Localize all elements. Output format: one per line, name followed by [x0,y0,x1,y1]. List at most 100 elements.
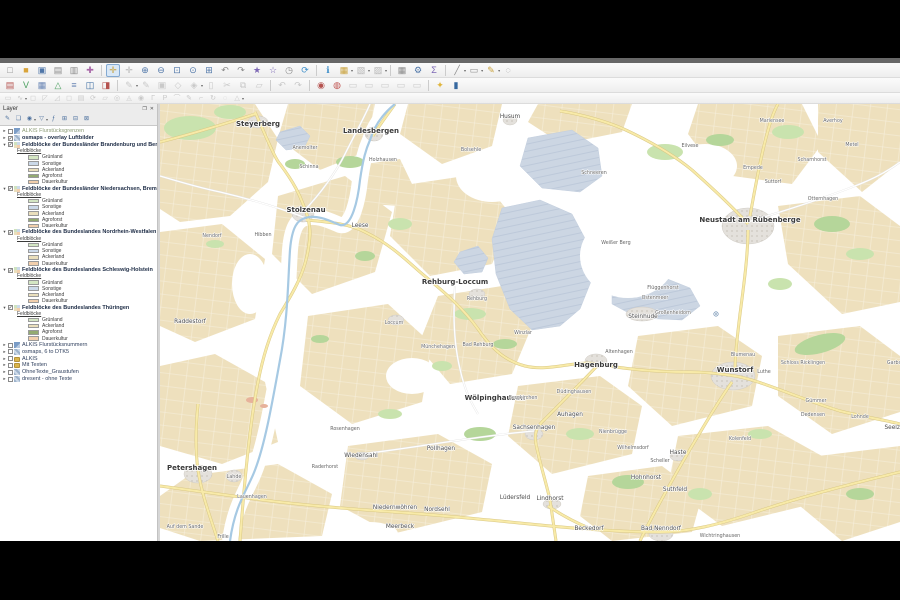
data-source-manager-button[interactable]: ▤ [3,79,17,92]
layout-manager-button[interactable]: ▥ [67,64,81,77]
layer-tree-item[interactable]: ▸dresent - ohne Texte [0,376,157,383]
rotate-point-symbols-button[interactable]: ↻ [208,94,218,103]
current-edits-button[interactable]: ✎ [122,79,136,92]
remove-layer-button[interactable]: ⊠ [82,115,91,124]
add-ring-button[interactable]: ◎ [112,94,122,103]
pan-map-button[interactable]: ✛ [106,64,120,77]
expand-icon[interactable]: ▸ [2,349,7,355]
add-raster-layer-button[interactable]: ▦ [35,79,49,92]
dropdown-arrow-icon[interactable]: ▾ [242,96,244,101]
layer-checkbox[interactable] [8,129,13,134]
expand-icon[interactable]: ▸ [2,356,7,362]
expand-icon[interactable]: ▸ [2,342,7,348]
expand-icon[interactable]: ▸ [2,135,7,141]
vertex-tool-button[interactable]: ◈ [187,79,201,92]
highlight-pinned-labels-button[interactable]: ▭ [362,79,376,92]
layer-tree-item[interactable]: ▾✓ Feldblöcke des Bundeslandes Schleswig-… [0,267,157,274]
split-parts-button[interactable]: ◿ [52,94,62,103]
zoom-in-button[interactable]: ⊕ [138,64,152,77]
copy-features-button[interactable]: ⧉ [236,79,250,92]
zoom-to-selection-button[interactable]: ⊙ [186,64,200,77]
dropdown-arrow-icon[interactable]: ▾ [136,83,138,88]
trim-extend-button[interactable]: ⌐ [196,94,206,103]
paste-features-button[interactable]: ▱ [252,79,266,92]
measure-button[interactable]: ╱ [450,64,464,77]
new-print-layout-button[interactable]: ▤ [51,64,65,77]
temporal-controller-button[interactable]: ◷ [282,64,296,77]
dropdown-arrow-icon[interactable]: ▾ [201,83,203,88]
stream-digitizing-button[interactable]: ∿ [15,94,25,103]
search-plugin-button[interactable]: ◉ [314,79,328,92]
layer-tree-item[interactable]: ▸ ALKIS Flurstücksgrenzen [0,128,157,135]
cut-features-button[interactable]: ✂ [220,79,234,92]
digitize-with-segment-button[interactable]: ▭ [3,94,13,103]
undo-button[interactable]: ↶ [275,79,289,92]
add-vector-layer-button[interactable]: V [19,79,33,92]
layer-checkbox[interactable]: ✓ [8,136,13,141]
delete-part-button[interactable]: P [160,94,170,103]
layer-tree-item[interactable]: ▾✓Feldblöcke der Bundesländer Niedersach… [0,185,157,192]
layer-checkbox[interactable]: ✓ [8,186,13,191]
close-panel-icon[interactable]: ✕ [150,106,154,112]
deselect-features-button[interactable]: ▧ [354,64,368,77]
open-project-button[interactable]: ■ [19,64,33,77]
zoom-out-button[interactable]: ⊖ [154,64,168,77]
collapse-icon[interactable]: ▾ [2,229,7,235]
layer-checkbox[interactable] [8,343,13,348]
float-panel-icon[interactable]: ❐ [142,106,146,112]
dropdown-arrow-icon[interactable]: ▾ [368,68,370,73]
dropdown-arrow-icon[interactable]: ▾ [34,117,36,122]
fill-ring-button[interactable]: ◉ [136,94,146,103]
layer-tree-item[interactable]: ▸osmaps, 6 to DTK5 [0,349,157,356]
offset-point-symbols-button[interactable]: ◌ [220,94,230,103]
map-tips-button[interactable]: ▭ [467,64,481,77]
toggle-editing-button[interactable]: ✎ [139,79,153,92]
layer-name[interactable]: OhneTexte_Graustufen [22,369,79,375]
layer-checkbox[interactable] [8,349,13,354]
layer-name[interactable]: Feldblöcke des Bundeslandes Thüringen [22,305,129,311]
open-layer-styling-panel-button[interactable]: ✎ [3,115,12,124]
collapse-icon[interactable]: ▾ [2,186,7,192]
filter-legend-button[interactable]: ▽ [37,115,46,124]
layer-group-item[interactable]: ▸ ALKIS [0,355,157,362]
collapse-icon[interactable]: ▾ [2,267,7,273]
add-mesh-layer-button[interactable]: △ [51,79,65,92]
pin-labels-button[interactable]: ▭ [346,79,360,92]
dropdown-arrow-icon[interactable]: ▾ [351,68,353,73]
layer-checkbox[interactable] [8,356,13,361]
redo-button[interactable]: ↷ [291,79,305,92]
split-features-button[interactable]: ◸ [40,94,50,103]
layer-tree-item[interactable]: ▸ ALKIS Flurstücksnummern [0,342,157,349]
zoom-full-button[interactable]: ⊡ [170,64,184,77]
layer-tree-item[interactable]: ▾✓Feldblöcke des Bundeslandes Nordrhein-… [0,229,157,236]
new-project-button[interactable]: □ [3,64,17,77]
collapse-all-button[interactable]: ⊟ [71,115,80,124]
layer-group-item[interactable]: ▸Mit Texten [0,362,157,369]
add-group-button[interactable]: ❏ [14,115,23,124]
layer-name[interactable]: ALKIS [22,356,38,362]
expand-icon[interactable]: ▸ [2,128,7,134]
collapse-icon[interactable]: ▾ [2,142,7,148]
style-manager-button[interactable]: ✚ [83,64,97,77]
metasearch-button[interactable]: ◌ [501,64,515,77]
save-project-button[interactable]: ▣ [35,64,49,77]
select-by-expression-button[interactable]: ▨ [371,64,385,77]
add-postgis-layer-button[interactable]: ◫ [83,79,97,92]
add-delimited-text-layer-button[interactable]: ≡ [67,79,81,92]
layer-checkbox[interactable]: ✓ [8,142,13,147]
identify-features-button[interactable]: ℹ [321,64,335,77]
expand-all-button[interactable]: ⊞ [60,115,69,124]
layer-name[interactable]: Feldblöcke des Bundeslandes Schleswig-Ho… [22,267,153,273]
layer-name[interactable]: ALKIS Flurstücksgrenzen [22,128,84,134]
layer-name[interactable]: ALKIS Flurstücksnummern [22,342,87,348]
dropdown-arrow-icon[interactable]: ▾ [481,68,483,73]
new-spatial-bookmark-button[interactable]: ★ [250,64,264,77]
select-features-button[interactable]: ▦ [337,64,351,77]
dropdown-arrow-icon[interactable]: ▾ [464,68,466,73]
pan-to-selection-button[interactable]: ✛ [122,64,136,77]
layer-checkbox[interactable]: ✓ [8,268,13,273]
expand-icon[interactable]: ▸ [2,369,7,375]
new-annotation-button[interactable]: ✎ [484,64,498,77]
layer-tree-item[interactable]: ▸ OhneTexte_Graustufen [0,369,157,376]
cad-tools-button[interactable]: △ [232,94,242,103]
